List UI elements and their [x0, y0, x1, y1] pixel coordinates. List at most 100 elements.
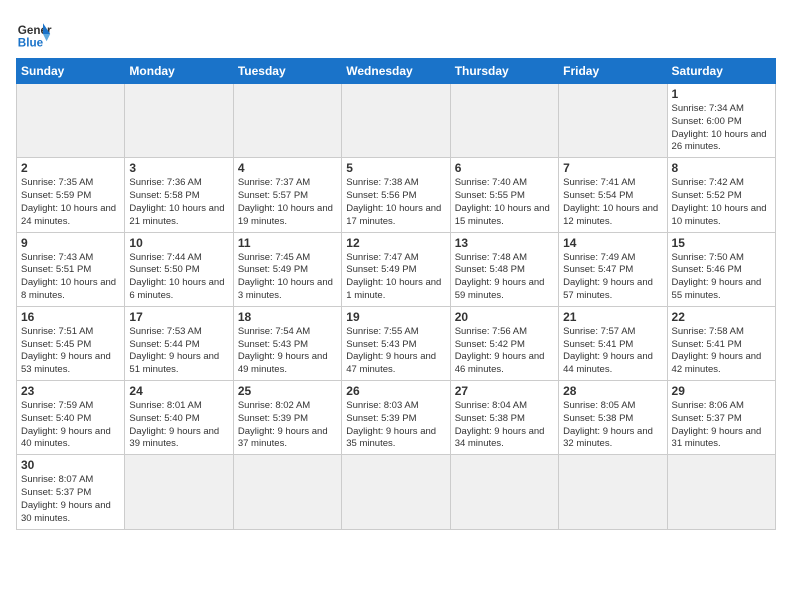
day-info: Sunrise: 7:34 AM Sunset: 6:00 PM Dayligh…	[672, 103, 771, 154]
calendar-cell: 17 Sunrise: 7:53 AM Sunset: 5:44 PM Dayli…	[125, 306, 233, 380]
calendar-week-row: 23 Sunrise: 7:59 AM Sunset: 5:40 PM Dayli…	[17, 381, 776, 455]
calendar-cell: 8 Sunrise: 7:42 AM Sunset: 5:52 PM Daylig…	[667, 158, 775, 232]
calendar-cell: 19 Sunrise: 7:55 AM Sunset: 5:43 PM Dayli…	[342, 306, 450, 380]
calendar-cell: 26 Sunrise: 8:03 AM Sunset: 5:39 PM Dayli…	[342, 381, 450, 455]
day-number: 1	[672, 87, 771, 101]
day-info: Sunrise: 7:55 AM Sunset: 5:43 PM Dayligh…	[346, 326, 445, 377]
calendar-cell: 25Sunrise: 8:02 AM Sunset: 5:39 PM Dayli…	[233, 381, 341, 455]
day-info: Sunrise: 7:56 AM Sunset: 5:42 PM Dayligh…	[455, 326, 554, 377]
weekday-header-wednesday: Wednesday	[342, 59, 450, 84]
day-info: Sunrise: 7:35 AM Sunset: 5:59 PM Dayligh…	[21, 177, 120, 228]
calendar-cell	[125, 455, 233, 529]
calendar-week-row: 30 Sunrise: 8:07 AM Sunset: 5:37 PM Dayli…	[17, 455, 776, 529]
day-info: Sunrise: 7:47 AM Sunset: 5:49 PM Dayligh…	[346, 252, 445, 303]
day-info: Sunrise: 8:03 AM Sunset: 5:39 PM Dayligh…	[346, 400, 445, 451]
day-info: Sunrise: 8:01 AM Sunset: 5:40 PM Dayligh…	[129, 400, 228, 451]
calendar-cell: 14 Sunrise: 7:49 AM Sunset: 5:47 PM Dayli…	[559, 232, 667, 306]
calendar-week-row: 9 Sunrise: 7:43 AM Sunset: 5:51 PM Daylig…	[17, 232, 776, 306]
day-number: 24	[129, 384, 228, 398]
day-number: 5	[346, 161, 445, 175]
calendar-cell	[450, 455, 558, 529]
day-number: 8	[672, 161, 771, 175]
svg-text:Blue: Blue	[18, 37, 44, 50]
calendar-cell: 4Sunrise: 7:37 AM Sunset: 5:57 PM Daylig…	[233, 158, 341, 232]
calendar-cell: 1 Sunrise: 7:34 AM Sunset: 6:00 PM Daylig…	[667, 84, 775, 158]
day-number: 3	[129, 161, 228, 175]
weekday-header-tuesday: Tuesday	[233, 59, 341, 84]
day-info: Sunrise: 8:04 AM Sunset: 5:38 PM Dayligh…	[455, 400, 554, 451]
weekday-header-thursday: Thursday	[450, 59, 558, 84]
day-info: Sunrise: 8:05 AM Sunset: 5:38 PM Dayligh…	[563, 400, 662, 451]
calendar-cell: 29Sunrise: 8:06 AM Sunset: 5:37 PM Dayli…	[667, 381, 775, 455]
calendar-cell	[559, 84, 667, 158]
logo-icon: General Blue	[16, 16, 52, 52]
day-number: 2	[21, 161, 120, 175]
day-info: Sunrise: 7:59 AM Sunset: 5:40 PM Dayligh…	[21, 400, 120, 451]
calendar-cell: 6 Sunrise: 7:40 AM Sunset: 5:55 PM Daylig…	[450, 158, 558, 232]
day-info: Sunrise: 7:50 AM Sunset: 5:46 PM Dayligh…	[672, 252, 771, 303]
calendar-cell: 22 Sunrise: 7:58 AM Sunset: 5:41 PM Dayli…	[667, 306, 775, 380]
calendar-cell: 23 Sunrise: 7:59 AM Sunset: 5:40 PM Dayli…	[17, 381, 125, 455]
logo: General Blue	[16, 16, 52, 52]
day-number: 14	[563, 236, 662, 250]
weekday-header-friday: Friday	[559, 59, 667, 84]
calendar-week-row: 2 Sunrise: 7:35 AM Sunset: 5:59 PM Daylig…	[17, 158, 776, 232]
day-number: 9	[21, 236, 120, 250]
page: General Blue SundayMondayTuesdayWednesda…	[0, 0, 792, 612]
day-number: 12	[346, 236, 445, 250]
day-number: 7	[563, 161, 662, 175]
calendar-cell: 30 Sunrise: 8:07 AM Sunset: 5:37 PM Dayli…	[17, 455, 125, 529]
day-number: 10	[129, 236, 228, 250]
calendar-cell	[17, 84, 125, 158]
day-info: Sunrise: 7:58 AM Sunset: 5:41 PM Dayligh…	[672, 326, 771, 377]
day-number: 26	[346, 384, 445, 398]
day-info: Sunrise: 7:42 AM Sunset: 5:52 PM Dayligh…	[672, 177, 771, 228]
day-number: 6	[455, 161, 554, 175]
calendar-cell: 20Sunrise: 7:56 AM Sunset: 5:42 PM Dayli…	[450, 306, 558, 380]
day-info: Sunrise: 7:43 AM Sunset: 5:51 PM Dayligh…	[21, 252, 120, 303]
day-info: Sunrise: 8:07 AM Sunset: 5:37 PM Dayligh…	[21, 474, 120, 525]
calendar-cell: 10 Sunrise: 7:44 AM Sunset: 5:50 PM Dayli…	[125, 232, 233, 306]
day-number: 17	[129, 310, 228, 324]
calendar-cell	[233, 84, 341, 158]
header: General Blue	[16, 16, 776, 52]
calendar-cell	[667, 455, 775, 529]
day-info: Sunrise: 7:49 AM Sunset: 5:47 PM Dayligh…	[563, 252, 662, 303]
day-info: Sunrise: 7:44 AM Sunset: 5:50 PM Dayligh…	[129, 252, 228, 303]
day-number: 30	[21, 458, 120, 472]
day-number: 13	[455, 236, 554, 250]
day-number: 21	[563, 310, 662, 324]
calendar-cell: 3Sunrise: 7:36 AM Sunset: 5:58 PM Daylig…	[125, 158, 233, 232]
day-info: Sunrise: 7:40 AM Sunset: 5:55 PM Dayligh…	[455, 177, 554, 228]
day-info: Sunrise: 7:41 AM Sunset: 5:54 PM Dayligh…	[563, 177, 662, 228]
day-number: 16	[21, 310, 120, 324]
calendar-cell: 21 Sunrise: 7:57 AM Sunset: 5:41 PM Dayli…	[559, 306, 667, 380]
day-info: Sunrise: 7:38 AM Sunset: 5:56 PM Dayligh…	[346, 177, 445, 228]
day-number: 15	[672, 236, 771, 250]
calendar-cell	[559, 455, 667, 529]
calendar-cell: 27Sunrise: 8:04 AM Sunset: 5:38 PM Dayli…	[450, 381, 558, 455]
day-info: Sunrise: 7:57 AM Sunset: 5:41 PM Dayligh…	[563, 326, 662, 377]
day-number: 18	[238, 310, 337, 324]
day-number: 4	[238, 161, 337, 175]
day-number: 22	[672, 310, 771, 324]
day-number: 11	[238, 236, 337, 250]
calendar-cell: 13 Sunrise: 7:48 AM Sunset: 5:48 PM Dayli…	[450, 232, 558, 306]
day-number: 29	[672, 384, 771, 398]
day-info: Sunrise: 7:51 AM Sunset: 5:45 PM Dayligh…	[21, 326, 120, 377]
calendar-cell: 11Sunrise: 7:45 AM Sunset: 5:49 PM Dayli…	[233, 232, 341, 306]
calendar-cell: 18Sunrise: 7:54 AM Sunset: 5:43 PM Dayli…	[233, 306, 341, 380]
calendar-cell: 7 Sunrise: 7:41 AM Sunset: 5:54 PM Daylig…	[559, 158, 667, 232]
day-info: Sunrise: 7:53 AM Sunset: 5:44 PM Dayligh…	[129, 326, 228, 377]
day-number: 19	[346, 310, 445, 324]
calendar-cell: 24 Sunrise: 8:01 AM Sunset: 5:40 PM Dayli…	[125, 381, 233, 455]
calendar-cell: 15 Sunrise: 7:50 AM Sunset: 5:46 PM Dayli…	[667, 232, 775, 306]
calendar-cell: 9 Sunrise: 7:43 AM Sunset: 5:51 PM Daylig…	[17, 232, 125, 306]
day-info: Sunrise: 7:48 AM Sunset: 5:48 PM Dayligh…	[455, 252, 554, 303]
day-number: 23	[21, 384, 120, 398]
calendar-cell: 16 Sunrise: 7:51 AM Sunset: 5:45 PM Dayli…	[17, 306, 125, 380]
calendar-cell	[233, 455, 341, 529]
calendar-cell	[342, 455, 450, 529]
calendar-cell: 28Sunrise: 8:05 AM Sunset: 5:38 PM Dayli…	[559, 381, 667, 455]
calendar-cell	[342, 84, 450, 158]
